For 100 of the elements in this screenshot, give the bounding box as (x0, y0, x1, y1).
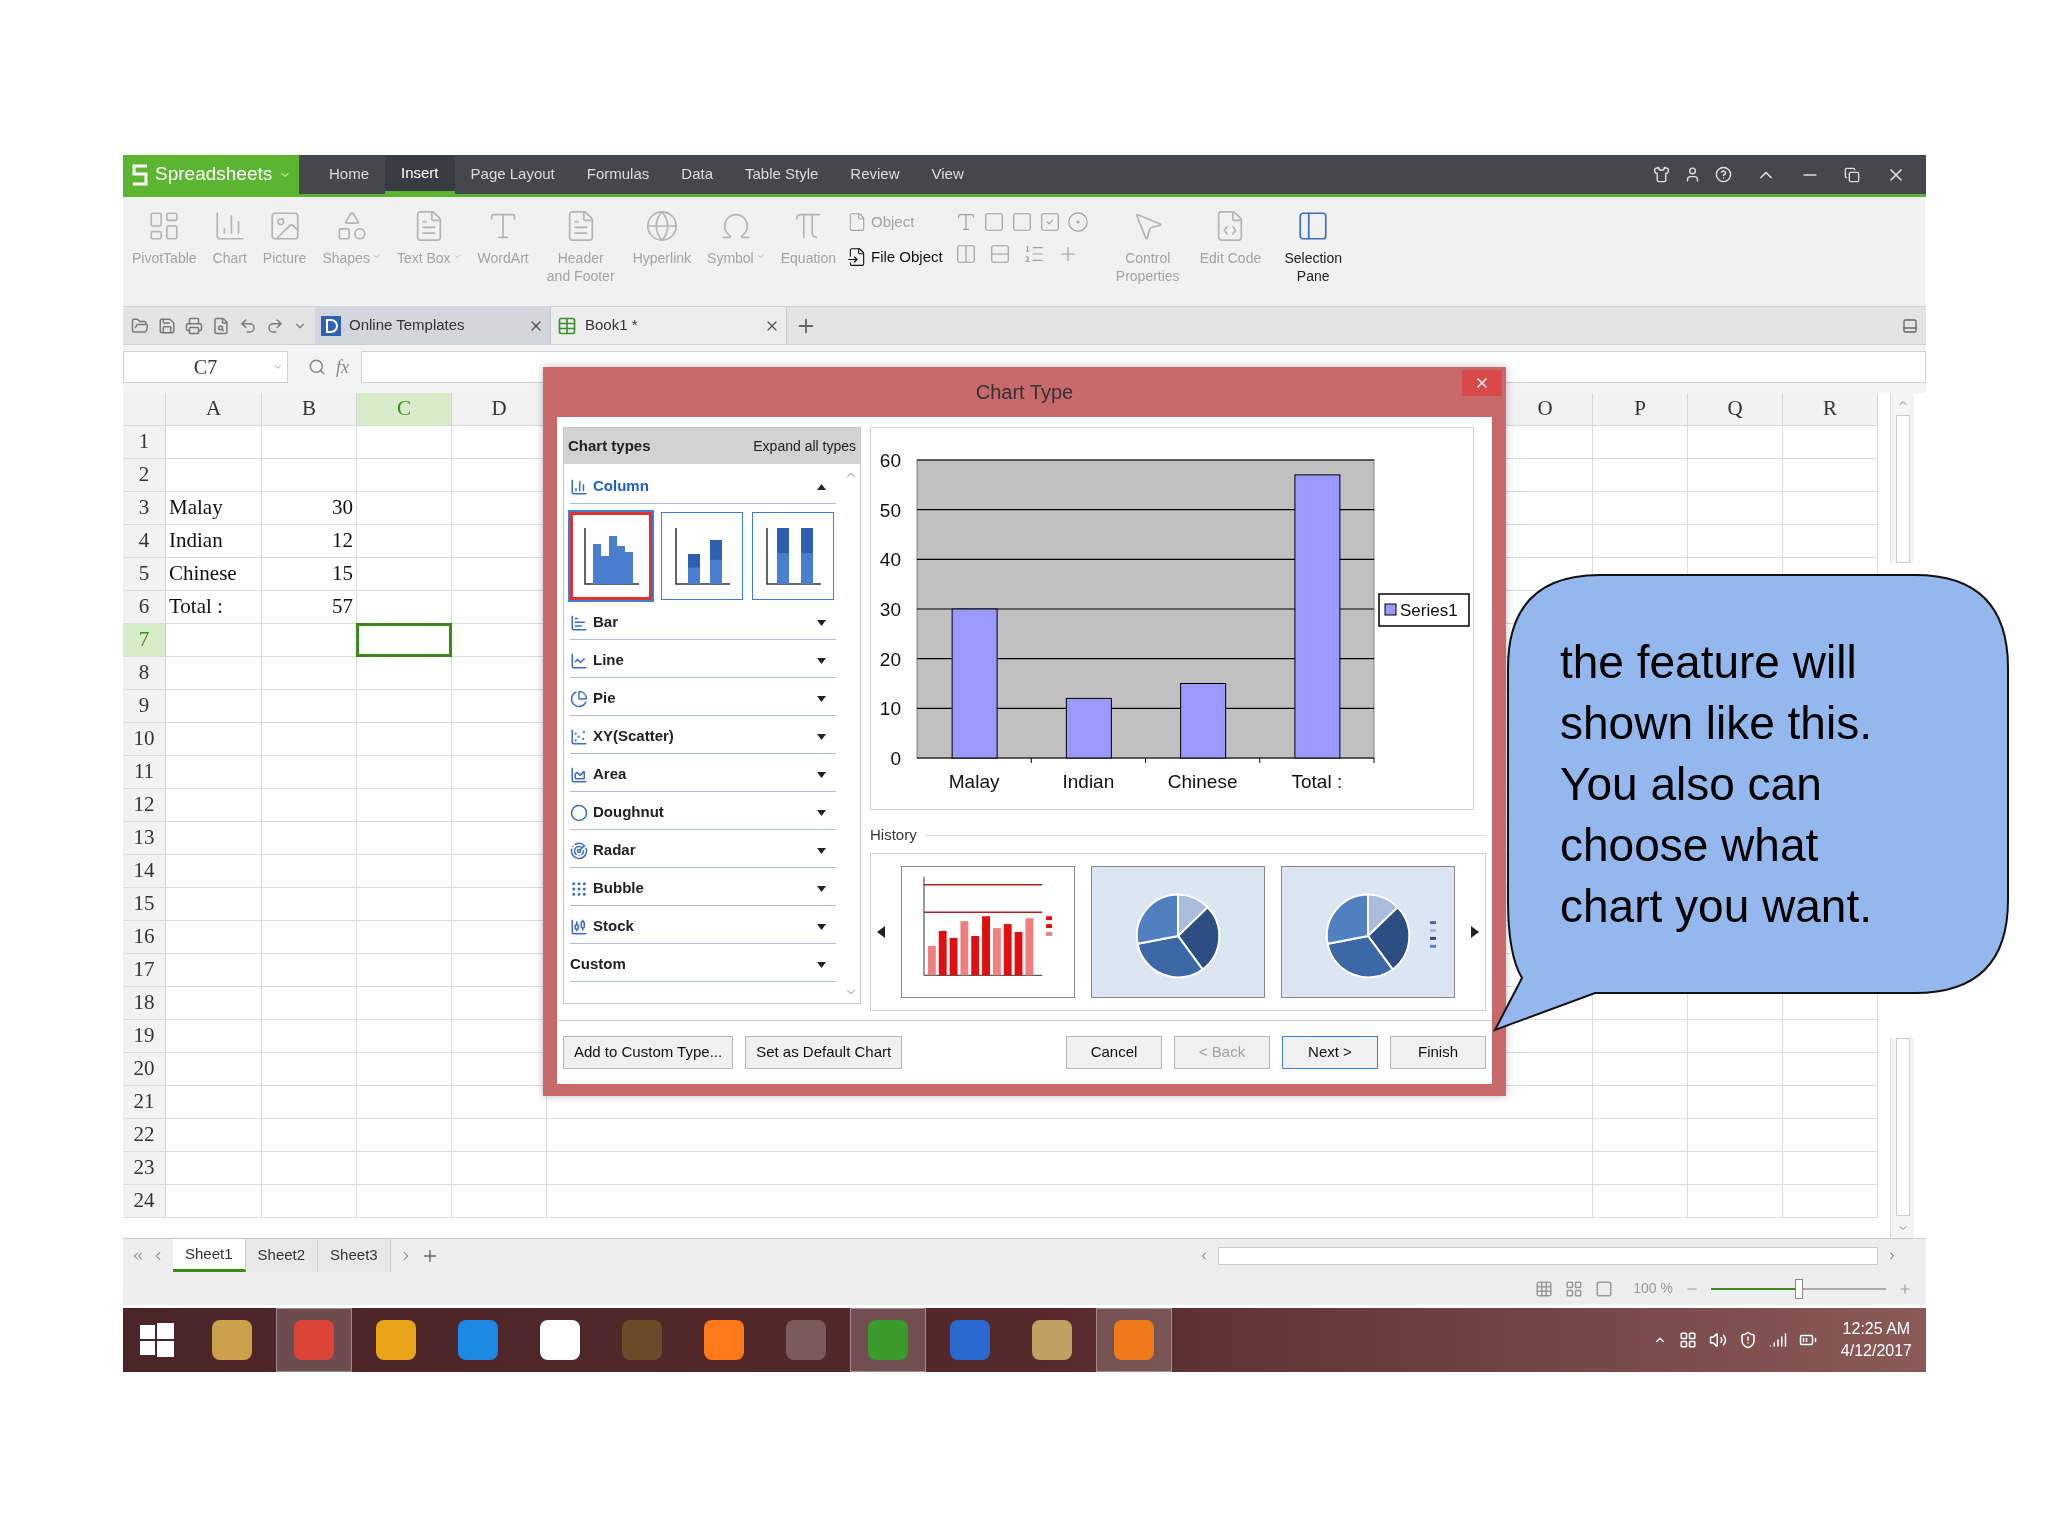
document-tab[interactable]: Book1 * (551, 307, 787, 344)
chart-subtype-option[interactable] (661, 512, 743, 600)
row-header[interactable]: 7 (123, 624, 166, 656)
chart-type-item[interactable]: Line (570, 644, 836, 678)
scrollbar-track[interactable] (1890, 1038, 1914, 1238)
clock-date[interactable]: 4/12/2017 (1840, 1340, 1912, 1362)
row-header[interactable]: 21 (123, 1086, 166, 1118)
row-header[interactable]: 1 (123, 426, 166, 458)
menu-tab[interactable]: Home (313, 155, 385, 194)
chart-thumbnail[interactable] (901, 865, 1075, 998)
restore-icon[interactable] (1844, 166, 1860, 183)
menu-tab[interactable]: Review (834, 155, 916, 194)
close-button[interactable] (1462, 370, 1502, 396)
sheet-tab[interactable]: Sheet3 (318, 1239, 391, 1272)
shield-icon[interactable] (1738, 1331, 1757, 1349)
signal-icon[interactable] (1768, 1331, 1787, 1349)
expand-all-link[interactable]: Expand all types (753, 435, 856, 457)
row-header[interactable]: 14 (123, 855, 166, 887)
page-view-icon[interactable] (1595, 1279, 1614, 1298)
heading-cell[interactable]: Q (1688, 393, 1783, 425)
row-header[interactable]: 16 (123, 921, 166, 953)
redo-icon[interactable] (266, 316, 284, 335)
chart-thumbnail[interactable] (1091, 865, 1265, 998)
menu-tab[interactable]: Page Layout (454, 155, 571, 194)
menu-tab[interactable]: Insert (385, 155, 455, 194)
scroll-left-icon[interactable] (877, 925, 885, 938)
list-box-icon[interactable] (954, 243, 977, 265)
chart-type-item[interactable]: Doughnut (570, 796, 836, 830)
scroll-right-icon[interactable] (1471, 925, 1479, 938)
name-box[interactable]: C7 (123, 351, 288, 383)
page-break-view-icon[interactable] (1565, 1279, 1584, 1298)
chart-type-item[interactable]: XY(Scatter) (570, 720, 836, 754)
row-header[interactable]: 24 (123, 1185, 166, 1217)
row-header[interactable]: 5 (123, 558, 166, 590)
radio-icon[interactable] (1066, 211, 1089, 233)
row-header[interactable]: 6 (123, 591, 166, 623)
menu-tab[interactable]: View (915, 155, 980, 194)
chart-type-item[interactable]: Bar (570, 606, 836, 640)
chart-type-item[interactable]: Radar (570, 834, 836, 868)
sheet-tab[interactable]: Sheet2 (245, 1239, 319, 1272)
sheet-tab[interactable]: Sheet1 (173, 1239, 246, 1272)
row-header[interactable]: 9 (123, 690, 166, 722)
row-header[interactable]: 18 (123, 987, 166, 1019)
print-icon[interactable] (185, 316, 203, 335)
save-icon[interactable] (158, 316, 176, 335)
menu-tab[interactable]: Data (665, 155, 729, 194)
row-header[interactable]: 3 (123, 492, 166, 524)
document-tab[interactable]: Online Templates (315, 307, 551, 344)
row-header[interactable]: 15 (123, 888, 166, 920)
square-icon[interactable] (1010, 211, 1033, 233)
windows-icon[interactable] (1678, 1331, 1697, 1349)
object-button[interactable]: File Object (847, 245, 943, 268)
row-header[interactable]: 10 (123, 723, 166, 755)
frame-icon[interactable] (982, 211, 1005, 233)
undo-icon[interactable] (239, 316, 257, 335)
row-header[interactable]: 11 (123, 756, 166, 788)
chart-type-item[interactable]: Custom (570, 948, 836, 982)
row-header[interactable]: 23 (123, 1152, 166, 1184)
zoom-icon[interactable] (308, 358, 326, 376)
normal-view-icon[interactable] (1535, 1279, 1554, 1298)
combo-box-icon[interactable] (988, 243, 1011, 265)
heading-cell[interactable]: R (1783, 393, 1878, 425)
dialog-button[interactable]: Add to Custom Type... (563, 1036, 734, 1069)
chart-type-item[interactable]: Bubble (570, 872, 836, 906)
zoom-slider-thumb[interactable] (1794, 1278, 1803, 1299)
checkbox-icon[interactable] (1038, 211, 1061, 233)
volume-icon[interactable] (1708, 1331, 1727, 1349)
dialog-button[interactable]: Finish (1390, 1036, 1486, 1069)
row-header[interactable]: 13 (123, 822, 166, 854)
row-header[interactable]: 22 (123, 1119, 166, 1151)
preview-icon[interactable] (212, 316, 230, 335)
chart-subtype-option[interactable] (570, 512, 652, 600)
chart-type-item[interactable]: Column (570, 470, 836, 504)
ribbon-button[interactable]: Selection Pane (1272, 209, 1355, 285)
chart-type-item[interactable]: Area (570, 758, 836, 792)
chart-type-item[interactable]: Stock (570, 910, 836, 944)
active-cell-outline[interactable] (356, 623, 452, 657)
help-icon[interactable] (1715, 166, 1732, 183)
row-header[interactable]: 2 (123, 459, 166, 491)
user-icon[interactable] (1684, 166, 1701, 183)
row-header[interactable]: 20 (123, 1053, 166, 1085)
clock-time[interactable]: 12:25 AM (1842, 1318, 1911, 1340)
row-header[interactable]: 4 (123, 525, 166, 557)
row-header[interactable]: 17 (123, 954, 166, 986)
menu-tab[interactable]: Table Style (729, 155, 835, 194)
heading-cell[interactable]: A (166, 393, 262, 425)
row-header[interactable]: 19 (123, 1020, 166, 1052)
heading-cell[interactable]: B (262, 393, 357, 425)
dialog-button[interactable]: Cancel (1066, 1036, 1162, 1069)
chart-subtype-option[interactable] (752, 512, 834, 600)
horizontal-scrollbar[interactable] (1218, 1246, 1878, 1265)
chart-thumbnail[interactable] (1281, 865, 1455, 998)
menu-tab[interactable]: Formulas (570, 155, 666, 194)
dialog-button[interactable]: Set as Default Chart (745, 1036, 903, 1069)
panel-icon[interactable] (1902, 317, 1918, 334)
row-header[interactable]: 12 (123, 789, 166, 821)
start-icon[interactable] (140, 1323, 174, 1357)
shirt-icon[interactable] (1653, 166, 1670, 183)
row-header[interactable]: 8 (123, 657, 166, 689)
dialog-button[interactable]: Next > (1282, 1036, 1378, 1069)
